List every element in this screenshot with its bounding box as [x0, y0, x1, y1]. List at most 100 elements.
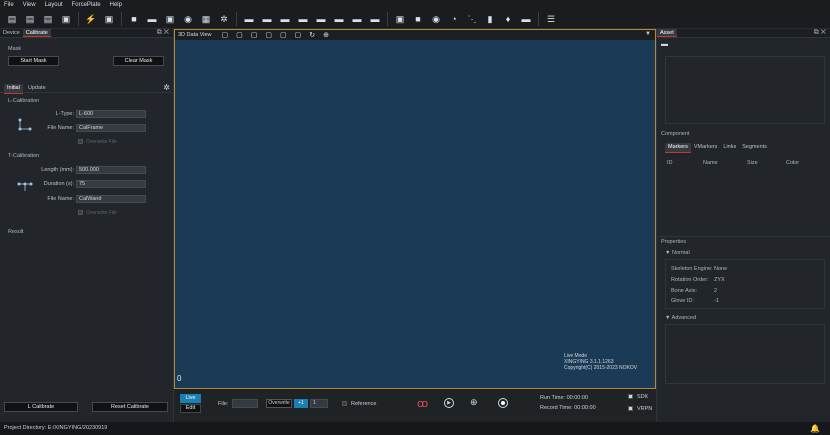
layout8-icon[interactable]: ▬ [369, 13, 381, 25]
menu-view[interactable]: View [23, 2, 36, 8]
file-input[interactable] [232, 399, 258, 408]
panel-float-close-icon[interactable]: ⧉ ✕ [157, 29, 169, 37]
tab-calibrate[interactable]: Calibrate [22, 29, 51, 37]
notification-bell-icon[interactable]: 🔔 [810, 422, 820, 435]
refresh-icon[interactable]: ↻ [309, 31, 315, 39]
playback-controls: Live Edit File: Overwrite +1 1 Reference… [174, 390, 656, 422]
bone-axis-value: 2 [714, 288, 718, 294]
tab-segments[interactable]: Segments [739, 143, 770, 153]
tab-initial[interactable]: Initial [4, 84, 23, 94]
start-mask-button[interactable]: Start Mask [8, 56, 59, 66]
menu-bar: File View Layout ForcePlate Help [0, 0, 830, 9]
center-view-icon[interactable]: ⊕ [323, 31, 329, 39]
record-stop-icon[interactable] [498, 398, 508, 408]
length-field[interactable]: 500.000 [76, 166, 146, 174]
normal-section-toggle[interactable]: ▼ Normal [665, 250, 690, 256]
video-icon[interactable]: ▣ [164, 13, 176, 25]
component-title: Component [661, 131, 690, 137]
nodes-icon[interactable]: ⋱ [466, 13, 478, 25]
view-cube-icon[interactable]: ▢ [222, 31, 229, 39]
layout7-icon[interactable]: ▬ [351, 13, 363, 25]
settings-icon[interactable]: ✲ [218, 13, 230, 25]
l-calibrate-button[interactable]: L Calibrate [4, 402, 78, 412]
vrpn-checkbox[interactable] [628, 406, 633, 411]
play-icon[interactable]: ▶ [444, 398, 454, 408]
layer-icon[interactable]: ▦ [200, 13, 212, 25]
link-icon[interactable]: ⚡ [85, 13, 97, 25]
status-bar: Project Directory: E:/XINGYING/20230919 … [0, 422, 830, 435]
save-as-icon[interactable]: ▣ [60, 13, 72, 25]
list-icon[interactable]: ☰ [545, 13, 557, 25]
tab-links[interactable]: Links [720, 143, 739, 153]
viewport-menu-icon[interactable]: ▼ [645, 31, 651, 37]
lcal-file-field[interactable]: CalFrame [76, 124, 146, 132]
menu-help[interactable]: Help [110, 2, 122, 8]
tab-update[interactable]: Update [25, 84, 49, 93]
clear-mask-button[interactable]: Clear Mask [113, 56, 164, 66]
col-color: Color [786, 160, 800, 166]
edit-button[interactable]: Edit [180, 404, 201, 413]
view-persp-icon[interactable]: ▢ [280, 31, 287, 39]
tab-vmarkers[interactable]: VMarkers [691, 143, 721, 153]
ltype-field[interactable]: L-600 [76, 110, 146, 118]
view-selector[interactable]: 3D Data View [178, 32, 212, 38]
tcal-file-field[interactable]: CalWand [76, 195, 146, 203]
reference-checkbox[interactable] [342, 401, 347, 406]
nokov-record-icon[interactable]: ꝏ [417, 397, 428, 410]
layout2-icon[interactable]: ▬ [261, 13, 273, 25]
view-front-icon[interactable]: ▢ [236, 31, 243, 39]
sdk-checkbox[interactable] [628, 394, 633, 399]
tcal-overwrite-checkbox[interactable] [78, 210, 83, 215]
monitor-icon[interactable]: ▬ [146, 13, 158, 25]
tab-asset[interactable]: Asset [657, 29, 677, 37]
save-icon[interactable]: ▤ [42, 13, 54, 25]
view-side-icon[interactable]: ▢ [251, 31, 258, 39]
layout5-icon[interactable]: ▬ [315, 13, 327, 25]
view-ortho-icon[interactable]: ▢ [295, 31, 302, 39]
lcal-overwrite-checkbox[interactable] [78, 139, 83, 144]
asset-float-close-icon[interactable]: ⧉ ✕ [814, 29, 826, 37]
chart-icon[interactable]: ▮ [484, 13, 496, 25]
overwrite-dropdown[interactable]: Overwrite [266, 399, 292, 408]
result-title: Result [8, 229, 24, 235]
gauge-icon[interactable]: ◔ [448, 13, 460, 25]
view-top-icon[interactable]: ▢ [265, 31, 272, 39]
tab-markers[interactable]: Markers [665, 143, 691, 153]
target-icon[interactable]: ◉ [182, 13, 194, 25]
reset-calibrate-button[interactable]: Reset Calibrate [92, 402, 168, 412]
unlock-icon[interactable]: ⊕ [470, 397, 478, 408]
new-file-icon[interactable]: ▤ [6, 13, 18, 25]
lock-icon[interactable]: ▣ [394, 13, 406, 25]
live-button[interactable]: Live [180, 394, 201, 403]
run-time: Run Time: 00:00:00 [540, 395, 589, 401]
glove-id-value: -1 [714, 298, 719, 304]
capture-icon[interactable]: ◉ [430, 13, 442, 25]
layout4-icon[interactable]: ▬ [297, 13, 309, 25]
take-number-field[interactable]: 1 [310, 399, 328, 408]
menu-forceplate[interactable]: ForcePlate [72, 2, 101, 8]
layout3-icon[interactable]: ▬ [279, 13, 291, 25]
device-icon[interactable]: ▣ [103, 13, 115, 25]
menu-layout[interactable]: Layout [45, 2, 63, 8]
asset-save-icon[interactable]: ▬ [661, 41, 668, 48]
camera-icon[interactable]: ■ [128, 13, 140, 25]
layout1-icon[interactable]: ▬ [243, 13, 255, 25]
frame-counter: 0 [177, 374, 182, 383]
layout6-icon[interactable]: ▬ [333, 13, 345, 25]
duration-field[interactable]: 75 [76, 180, 146, 188]
menu-file[interactable]: File [4, 2, 14, 8]
increment-button[interactable]: +1 [294, 399, 308, 408]
advanced-section-toggle[interactable]: ▼ Advanced [665, 315, 696, 321]
settings-gear-icon[interactable]: ✲ [163, 83, 170, 92]
tab-device[interactable]: Device [0, 29, 23, 37]
asset-list[interactable] [665, 56, 825, 124]
location-icon[interactable]: ♦ [502, 13, 514, 25]
folder-icon[interactable]: ▬ [520, 13, 532, 25]
tcal-overwrite-label: Overwrite File [86, 210, 117, 216]
col-size: Size [747, 160, 758, 166]
sdk-label: SDK [637, 394, 649, 400]
open-file-icon[interactable]: ▤ [24, 13, 36, 25]
left-panel: Device Calibrate ⧉ ✕ Mask Start Mask Cle… [0, 29, 174, 422]
record-icon[interactable]: ■ [412, 13, 424, 25]
3d-viewport[interactable]: 3D Data View ▢ ▢ ▢ ▢ ▢ ▢ ↻ ⊕ ▼ Live Mode… [174, 29, 656, 389]
